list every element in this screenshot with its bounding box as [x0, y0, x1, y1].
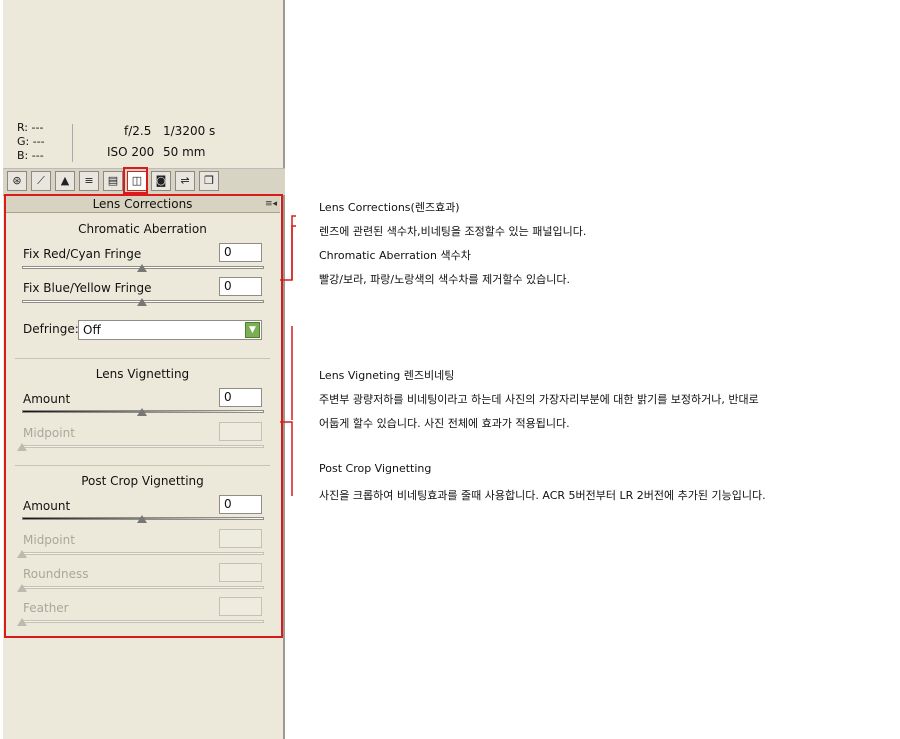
tab-hsl[interactable]: ≡	[79, 171, 99, 191]
hsl-icon: ≡	[84, 174, 94, 187]
tab-basic[interactable]: ⊛	[7, 171, 27, 191]
shutter-value: 1/3200 s	[163, 124, 216, 138]
aperture-value: f/2.5	[124, 124, 152, 138]
note-chromatic-desc: 빨강/보라, 파랑/노랑색의 색수차를 제거할수 있습니다.	[319, 273, 571, 286]
note-lens-vignetting-desc-2: 어둡게 할수 있습니다. 사진 전체에 효과가 적용됩니다.	[319, 417, 570, 430]
tab-tone-curve[interactable]: ⟋	[31, 171, 51, 191]
note-lens-corrections-desc: 렌즈에 관련된 색수차,비네팅을 조정할수 있는 패널입니다.	[319, 225, 587, 238]
note-post-crop-title: Post Crop Vignetting	[319, 462, 432, 475]
tab-split-toning[interactable]: ▤	[103, 171, 123, 191]
aperture-icon: ⊛	[12, 174, 22, 187]
presets-icon: ⇌	[180, 174, 190, 187]
detail-icon: ▲	[60, 174, 70, 187]
callout-lines	[280, 215, 296, 496]
tab-presets[interactable]: ⇌	[175, 171, 195, 191]
active-tab-highlight-box	[123, 167, 148, 194]
tab-detail[interactable]: ▲	[55, 171, 75, 191]
lens-corrections-highlight-box	[4, 194, 283, 638]
tone-curve-icon: ⟋	[37, 174, 45, 187]
info-divider	[72, 124, 73, 162]
split-toning-icon: ▤	[107, 174, 119, 187]
note-lens-vignetting-title: Lens Vigneting 렌즈비네팅	[319, 369, 455, 382]
tab-snapshots[interactable]: ❐	[199, 171, 219, 191]
b-readout: B: ---	[17, 149, 44, 162]
note-post-crop-desc: 사진을 크롭하여 비네팅효과를 줄때 사용합니다. ACR 5버전부터 LR 2…	[319, 489, 766, 502]
iso-value: ISO 200	[107, 145, 155, 159]
camera-calibration-icon: ◙	[155, 174, 167, 187]
snapshots-icon: ❐	[204, 174, 214, 187]
note-lens-corrections-title: Lens Corrections(렌즈효과)	[319, 201, 460, 214]
tab-camera-calibration[interactable]: ◙	[151, 171, 171, 191]
focal-length-value: 50 mm	[163, 145, 206, 159]
g-readout: G: ---	[17, 135, 45, 148]
r-readout: R: ---	[17, 121, 44, 134]
note-lens-vignetting-desc-1: 주변부 광량저하를 비네팅이라고 하는데 사진의 가장자리부분에 대한 밝기를 …	[319, 393, 759, 406]
note-chromatic-title: Chromatic Aberration 색수차	[319, 249, 471, 262]
